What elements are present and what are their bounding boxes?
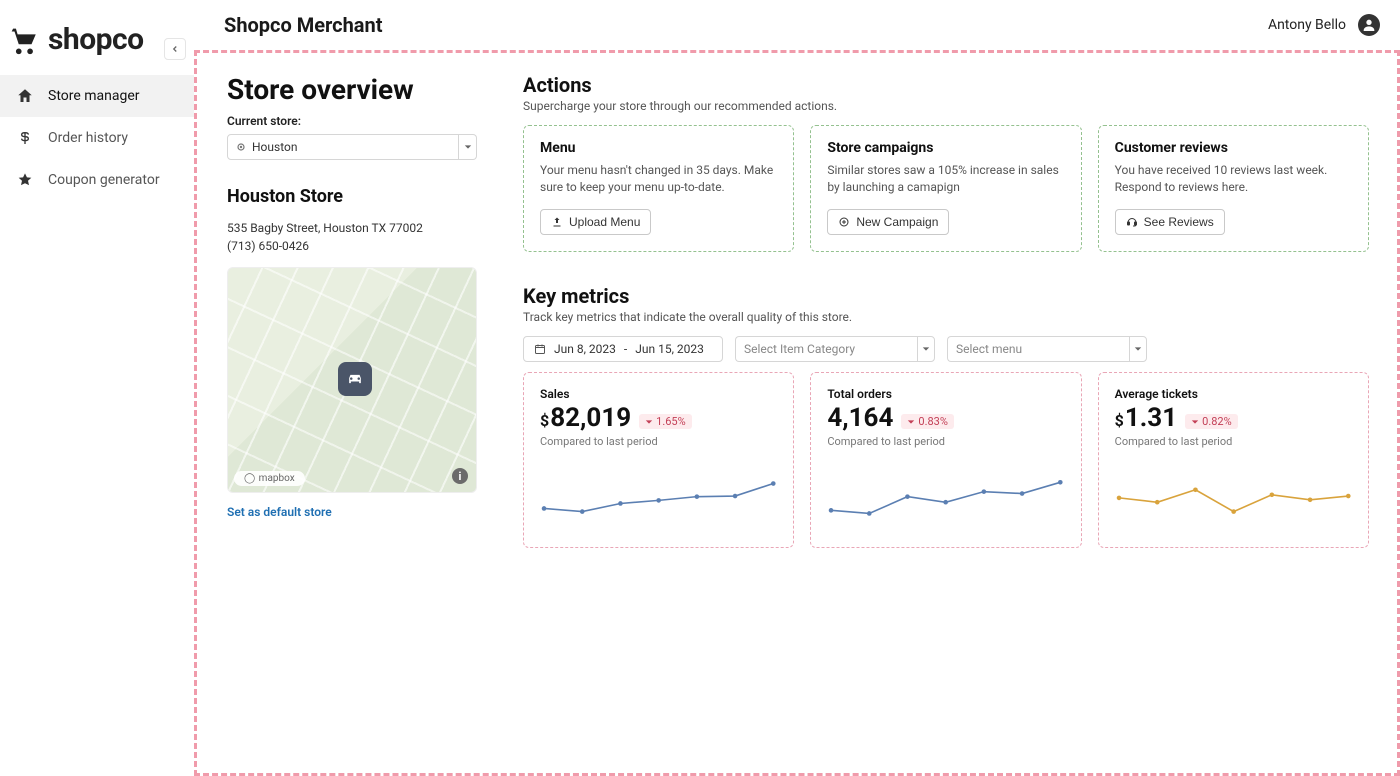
kpi-title: Average tickets	[1115, 387, 1352, 401]
kpi-sparkline	[538, 465, 779, 537]
headset-icon	[1126, 216, 1138, 228]
menu-select[interactable]: Select menu	[947, 336, 1147, 362]
action-card-title: Menu	[540, 140, 777, 156]
caret-down-icon	[645, 418, 653, 426]
sidebar-item-label: Coupon generator	[48, 172, 160, 188]
kpi-delta-badge: 1.65%	[639, 414, 692, 429]
caret-down-icon	[1191, 418, 1199, 426]
action-card-body: Similar stores saw a 105% increase in sa…	[827, 162, 1064, 197]
button-label: New Campaign	[856, 215, 938, 229]
map-attribution: ◯ mapbox	[234, 471, 305, 486]
dollar-icon	[16, 129, 34, 147]
category-select[interactable]: Select Item Category	[735, 336, 935, 362]
chevron-left-icon	[170, 44, 180, 54]
button-label: Upload Menu	[569, 215, 640, 229]
brand-logo: shopco	[0, 0, 194, 75]
cart-icon	[6, 23, 40, 57]
set-default-store-link[interactable]: Set as default store	[227, 505, 332, 519]
kpi-card: Total orders 4,164 0.83% Compared to las…	[810, 372, 1081, 548]
kpi-card: Average tickets $1.31 0.82% Compared to …	[1098, 372, 1369, 548]
store-map[interactable]: ◯ mapbox i	[227, 267, 477, 493]
action-card-campaigns: Store campaigns Similar stores saw a 105…	[810, 125, 1081, 252]
user-name: Antony Bello	[1268, 17, 1346, 33]
date-from: Jun 8, 2023	[554, 342, 616, 356]
date-range-input[interactable]: Jun 8, 2023 - Jun 15, 2023	[523, 336, 723, 362]
page-title: Store overview	[227, 73, 477, 106]
action-card-reviews: Customer reviews You have received 10 re…	[1098, 125, 1369, 252]
kpi-value: $82,019	[540, 403, 631, 433]
sidebar: shopco Store manager Order history Coupo…	[0, 0, 194, 776]
action-card-title: Customer reviews	[1115, 140, 1352, 156]
upload-menu-button[interactable]: Upload Menu	[540, 209, 651, 235]
chevron-down-icon	[1129, 336, 1147, 362]
actions-subtitle: Supercharge your store through our recom…	[523, 99, 1369, 113]
store-address: 535 Bagby Street, Houston TX 77002	[227, 219, 477, 237]
main-header: Shopco Merchant Antony Bello	[194, 0, 1400, 50]
metrics-title: Key metrics	[523, 284, 1369, 308]
date-to: Jun 15, 2023	[635, 342, 704, 356]
star-icon	[16, 171, 34, 189]
store-phone: (713) 650-0426	[227, 239, 477, 253]
kpi-delta-badge: 0.83%	[901, 414, 954, 429]
action-card-body: Your menu hasn't changed in 35 days. Mak…	[540, 162, 777, 197]
kpi-compare-label: Compared to last period	[827, 435, 1064, 448]
select-placeholder: Select Item Category	[744, 342, 855, 356]
map-info-icon[interactable]: i	[452, 468, 468, 484]
kpi-value: $1.31	[1115, 403, 1177, 433]
date-sep: -	[624, 342, 627, 356]
kpi-delta-badge: 0.82%	[1185, 414, 1238, 429]
sidebar-item-coupon-generator[interactable]: Coupon generator	[0, 159, 194, 201]
plus-circle-icon	[838, 216, 850, 228]
select-placeholder: Select menu	[956, 342, 1022, 356]
kpi-compare-label: Compared to last period	[540, 435, 777, 448]
chevron-down-icon	[917, 336, 935, 362]
kpi-sparkline	[1113, 465, 1354, 537]
app-title: Shopco Merchant	[224, 13, 383, 37]
see-reviews-button[interactable]: See Reviews	[1115, 209, 1225, 235]
sidebar-item-store-manager[interactable]: Store manager	[0, 75, 194, 117]
store-title: Houston Store	[227, 186, 477, 207]
action-card-body: You have received 10 reviews last week. …	[1115, 162, 1352, 197]
kpi-compare-label: Compared to last period	[1115, 435, 1352, 448]
kpi-sparkline	[825, 465, 1066, 537]
avatar-icon	[1358, 14, 1380, 36]
current-store-select-arrow[interactable]	[459, 134, 477, 160]
current-store-label: Current store:	[227, 114, 477, 128]
button-label: See Reviews	[1144, 215, 1214, 229]
new-campaign-button[interactable]: New Campaign	[827, 209, 949, 235]
map-pin-icon	[338, 362, 372, 396]
user-menu[interactable]: Antony Bello	[1268, 14, 1380, 36]
kpi-title: Total orders	[827, 387, 1064, 401]
caret-down-icon	[907, 418, 915, 426]
sidebar-collapse-button[interactable]	[164, 38, 186, 60]
calendar-icon	[534, 343, 546, 355]
home-icon	[16, 87, 34, 105]
metrics-subtitle: Track key metrics that indicate the over…	[523, 310, 1369, 324]
brand-wordmark: shopco	[48, 22, 144, 57]
kpi-value: 4,164	[827, 403, 893, 433]
sidebar-item-label: Store manager	[48, 88, 140, 104]
sidebar-item-label: Order history	[48, 130, 128, 146]
sidebar-item-order-history[interactable]: Order history	[0, 117, 194, 159]
location-dot-icon	[236, 142, 246, 152]
action-card-menu: Menu Your menu hasn't changed in 35 days…	[523, 125, 794, 252]
actions-title: Actions	[523, 73, 1369, 97]
kpi-card: Sales $82,019 1.65% Compared to last per…	[523, 372, 794, 548]
current-store-value: Houston	[252, 140, 298, 154]
current-store-select[interactable]: Houston	[227, 134, 477, 160]
action-card-title: Store campaigns	[827, 140, 1064, 156]
kpi-title: Sales	[540, 387, 777, 401]
upload-icon	[551, 216, 563, 228]
